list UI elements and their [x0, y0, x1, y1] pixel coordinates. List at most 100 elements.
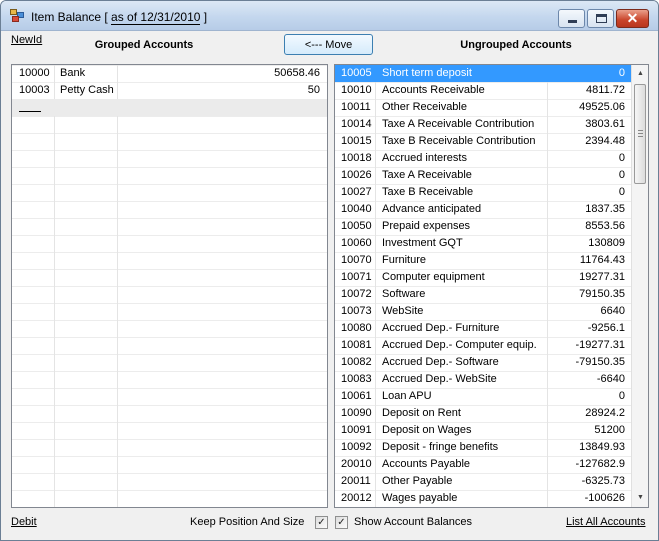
- account-balance-cell: -127682.9: [575, 458, 625, 470]
- account-name-cell: Deposit on Rent: [382, 407, 461, 419]
- table-row[interactable]: 10072 Software 79150.35: [335, 286, 631, 303]
- table-row[interactable]: 10060 Investment GQT 130809: [335, 235, 631, 252]
- table-row[interactable]: 10090 Deposit on Rent 28924.2: [335, 405, 631, 422]
- checkmark-icon: ✓: [317, 517, 326, 528]
- keep-position-checkbox[interactable]: ✓: [315, 516, 328, 529]
- table-row[interactable]: 10003 Petty Cash 50: [12, 82, 327, 99]
- account-balance-cell: 50: [307, 84, 320, 96]
- debit-link[interactable]: Debit: [11, 516, 37, 528]
- account-balance-cell: -100626: [584, 492, 625, 504]
- account-balance-cell: 8553.56: [585, 220, 625, 232]
- account-id-cell: 10082: [341, 356, 372, 368]
- account-id-cell: 10010: [341, 84, 372, 96]
- grouped-accounts-grid[interactable]: 10000 Bank 50658.46 10003 Petty Cash 50: [11, 64, 328, 508]
- account-name-cell: Taxe B Receivable: [382, 186, 474, 198]
- table-row[interactable]: 10083 Accrued Dep.- WebSite -6640: [335, 371, 631, 388]
- account-name-cell: Bank: [60, 67, 86, 79]
- account-balance-cell: 49525.06: [579, 101, 625, 113]
- maximize-button[interactable]: [587, 9, 614, 28]
- account-name-cell: Taxe A Receivable: [382, 169, 472, 181]
- account-balance-cell: 4811.72: [586, 84, 625, 96]
- table-row[interactable]: 10081 Accrued Dep.- Computer equip. -19277…: [335, 337, 631, 354]
- checkmark-icon: ✓: [337, 517, 346, 528]
- account-name-cell: Deposit on Wages: [382, 424, 472, 436]
- table-row[interactable]: 10082 Accrued Dep.- Software -79150.35: [335, 354, 631, 371]
- table-row[interactable]: 10091 Deposit on Wages 51200: [335, 422, 631, 439]
- newid-link[interactable]: NewId: [11, 34, 42, 46]
- account-name-cell: Prepaid expenses: [382, 220, 471, 232]
- account-id-cell: 10050: [341, 220, 372, 232]
- scroll-down-icon[interactable]: ▼: [633, 490, 648, 506]
- table-row[interactable]: 20011 Other Payable -6325.73: [335, 473, 631, 490]
- account-name-cell: Furniture: [382, 254, 427, 266]
- table-row[interactable]: 10000 Bank 50658.46: [12, 65, 327, 82]
- account-id-cell: 10092: [341, 441, 372, 453]
- account-name-cell: Computer equipment: [382, 271, 485, 283]
- ungrouped-accounts-grid[interactable]: ▲ ▼ 10005 Short term deposit 0 10010 Account…: [334, 64, 649, 508]
- scroll-up-icon[interactable]: ▲: [633, 66, 648, 82]
- title-bar[interactable]: Item Balance [ as of 12/31/2010 ] ✕: [1, 1, 658, 31]
- account-id-cell: 10018: [341, 152, 372, 164]
- account-balance-cell: 79150.35: [579, 288, 625, 300]
- account-id-cell: 10080: [341, 322, 372, 334]
- table-row[interactable]: 10014 Taxe A Receivable Contribution 3803.…: [335, 116, 631, 133]
- account-balance-cell: 2394.48: [585, 135, 625, 147]
- table-row[interactable]: 10092 Deposit - fringe benefits 13849.93: [335, 439, 631, 456]
- account-id-cell: 10015: [341, 135, 372, 147]
- scroll-thumb[interactable]: [634, 84, 646, 184]
- account-balance-cell: 50658.46: [274, 67, 320, 79]
- account-balance-cell: 0: [618, 169, 625, 181]
- table-row[interactable]: 10027 Taxe B Receivable 0: [335, 184, 631, 201]
- list-all-accounts-link[interactable]: List All Accounts: [566, 516, 646, 528]
- move-button[interactable]: <--- Move: [284, 34, 373, 55]
- account-id-cell: 10091: [341, 424, 372, 436]
- account-id-cell: 10000: [19, 67, 50, 79]
- table-row[interactable]: 20010 Accounts Payable -127682.9: [335, 456, 631, 473]
- account-balance-cell: 19277.31: [579, 271, 625, 283]
- table-row[interactable]: 10011 Other Receivable 49525.06: [335, 99, 631, 116]
- account-name-cell: Advance anticipated: [382, 203, 482, 215]
- show-balances-checkbox[interactable]: ✓: [335, 516, 348, 529]
- vertical-scrollbar[interactable]: ▲ ▼: [631, 65, 648, 507]
- account-balance-cell: 0: [618, 186, 625, 198]
- account-name-cell: Accrued Dep.- Computer equip.: [382, 339, 537, 351]
- account-id-cell: 10072: [341, 288, 372, 300]
- account-id-cell: 10040: [341, 203, 372, 215]
- table-row[interactable]: 10026 Taxe A Receivable 0: [335, 167, 631, 184]
- account-id-cell: 10070: [341, 254, 372, 266]
- table-row[interactable]: 10073 WebSite 6640: [335, 303, 631, 320]
- account-id-cell: 10090: [341, 407, 372, 419]
- account-name-cell: Taxe B Receivable Contribution: [382, 135, 536, 147]
- account-balance-cell: -6640: [596, 373, 625, 385]
- app-icon: [10, 9, 26, 23]
- minimize-button[interactable]: [558, 9, 585, 28]
- account-id-cell: 10005: [341, 67, 372, 79]
- account-balance-cell: 3803.61: [585, 118, 625, 130]
- table-row[interactable]: 10070 Furniture 11764.43: [335, 252, 631, 269]
- account-name-cell: Accrued interests: [382, 152, 467, 164]
- table-row[interactable]: 20012 Wages payable -100626: [335, 490, 631, 507]
- account-balance-cell: 51200: [594, 424, 625, 436]
- table-row[interactable]: 10018 Accrued interests 0: [335, 150, 631, 167]
- close-button[interactable]: ✕: [616, 9, 649, 28]
- account-id-cell: 10003: [19, 84, 50, 96]
- table-row[interactable]: 10071 Computer equipment 19277.31: [335, 269, 631, 286]
- title-suffix: ]: [200, 10, 208, 24]
- account-id-cell: 20012: [341, 492, 372, 504]
- table-row[interactable]: 10061 Loan APU 0: [335, 388, 631, 405]
- account-balance-cell: -9256.1: [587, 322, 625, 334]
- account-balance-cell: 6640: [600, 305, 625, 317]
- account-name-cell: Accrued Dep.- Furniture: [382, 322, 500, 334]
- account-balance-cell: 130809: [588, 237, 625, 249]
- new-row[interactable]: [12, 99, 327, 116]
- table-row[interactable]: 10005 Short term deposit 0: [335, 65, 631, 82]
- account-name-cell: WebSite: [382, 305, 424, 317]
- table-row[interactable]: 10050 Prepaid expenses 8553.56: [335, 218, 631, 235]
- table-row[interactable]: 10015 Taxe B Receivable Contribution 2394.…: [335, 133, 631, 150]
- minimize-icon: [568, 20, 577, 23]
- account-name-cell: Accrued Dep.- Software: [382, 356, 499, 368]
- table-row[interactable]: 10040 Advance anticipated 1837.35: [335, 201, 631, 218]
- table-row[interactable]: 10010 Accounts Receivable 4811.72: [335, 82, 631, 99]
- table-row[interactable]: 10080 Accrued Dep.- Furniture -9256.1: [335, 320, 631, 337]
- account-name-cell: Deposit - fringe benefits: [382, 441, 499, 453]
